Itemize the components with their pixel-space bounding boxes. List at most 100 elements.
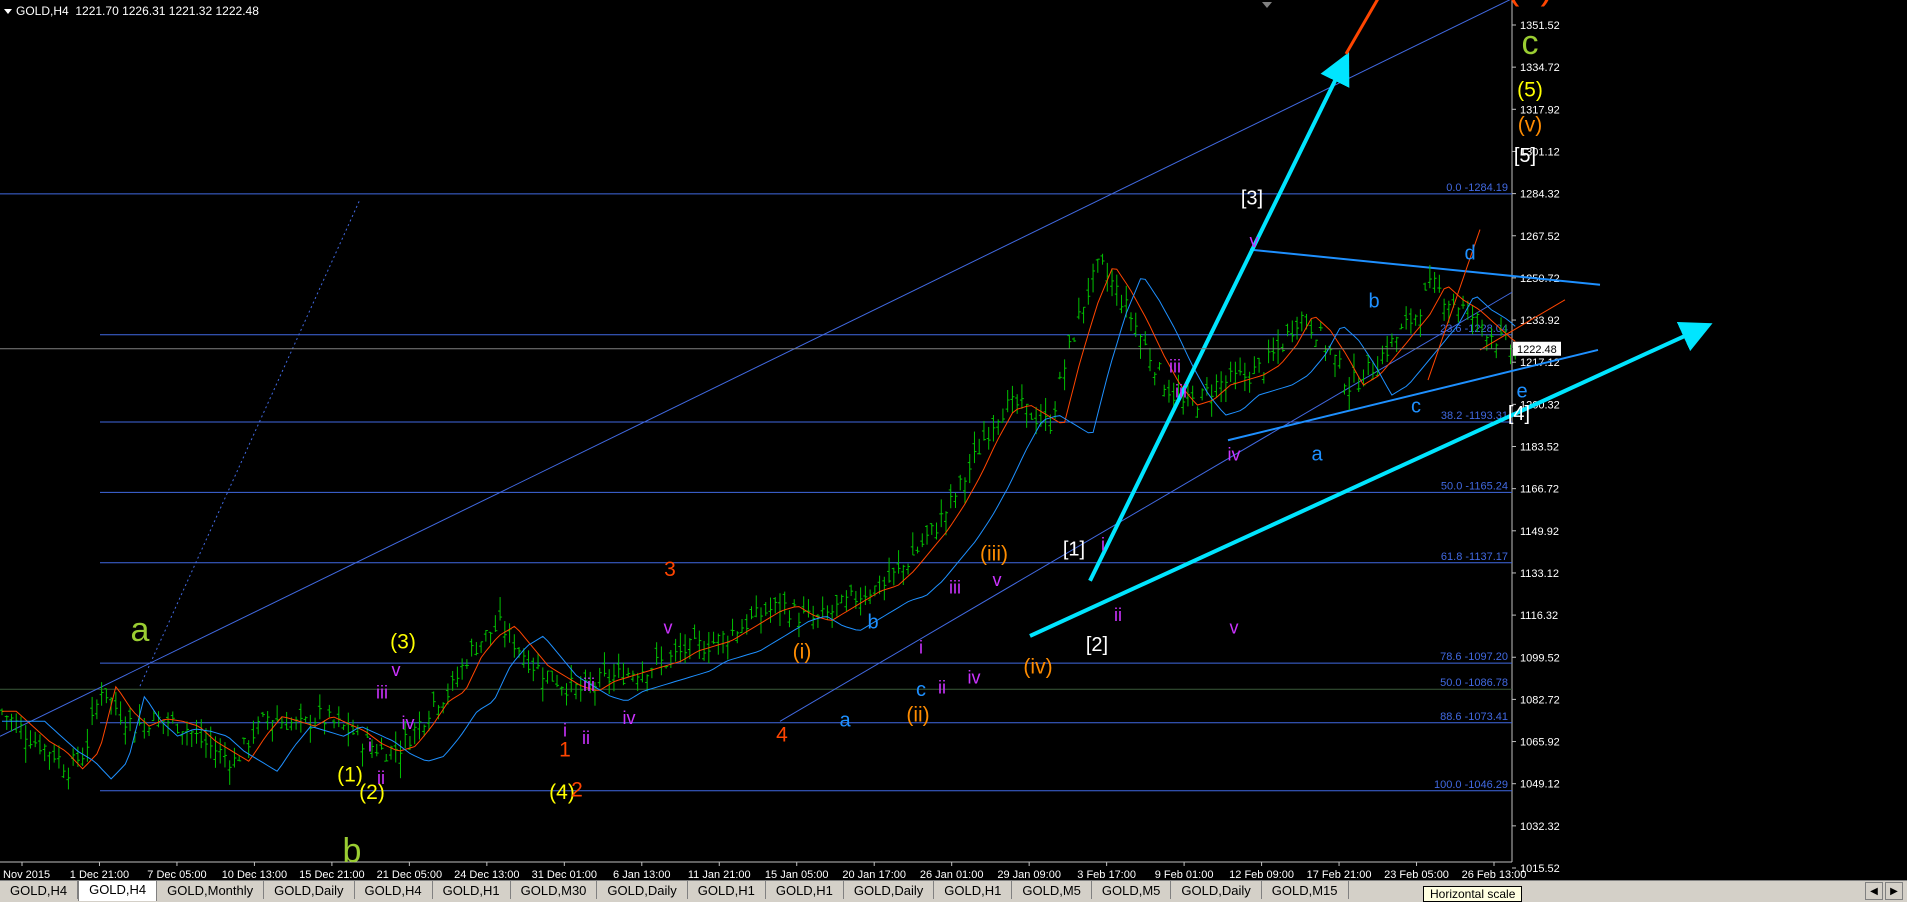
tab-scroll-left-icon[interactable]: ◀ — [1865, 882, 1883, 900]
wave-label: iv — [968, 668, 981, 688]
wave-label: a — [1311, 443, 1323, 465]
chart-tab[interactable]: GOLD,H4 — [0, 881, 79, 899]
symbol-header: GOLD,H4 1221.70 1226.31 1221.32 1222.48 — [4, 4, 259, 18]
wave-label: v — [1230, 617, 1239, 637]
slow-moving-average — [2, 278, 1516, 780]
wave-label: (v) — [1518, 114, 1543, 137]
time-tick-label: 11 Jan 21:00 — [688, 869, 751, 880]
wave-label: 1 — [559, 738, 571, 761]
chart-tab[interactable]: GOLD,Daily — [264, 881, 355, 899]
wave-label: iv — [623, 708, 636, 728]
wave-label: [1] — [1063, 539, 1085, 561]
time-tick-label: 7 Dec 05:00 — [147, 869, 206, 880]
chart-tab[interactable]: GOLD,H4 — [354, 881, 433, 899]
time-tick-label: 15 Dec 21:00 — [299, 869, 364, 880]
wave-label: b — [867, 611, 878, 633]
wave-label: iii — [949, 577, 961, 597]
tab-scroll-right-icon[interactable]: ▶ — [1885, 882, 1903, 900]
wave-label: ii — [377, 768, 385, 788]
wave-label: b — [1368, 290, 1379, 312]
price-tick-label: 1133.12 — [1520, 568, 1559, 580]
wave-label: [3] — [1241, 187, 1263, 209]
wave-label: i — [563, 720, 567, 740]
chart-tab[interactable]: GOLD,M15 — [1261, 881, 1349, 899]
chart-tab[interactable]: GOLD,H1 — [934, 881, 1013, 899]
time-tick-label: 1 Dec 21:00 — [70, 869, 129, 880]
time-tick-label: 21 Dec 05:00 — [377, 869, 442, 880]
wave-label: 4 — [776, 723, 788, 746]
wave-label: (i) — [793, 641, 812, 664]
chart-tab[interactable]: GOLD,M5 — [1091, 881, 1172, 899]
time-tick-label: 10 Dec 13:00 — [222, 869, 287, 880]
chart-tab[interactable]: GOLD,Daily — [843, 881, 935, 899]
wave-label: (3) — [390, 631, 416, 654]
time-tick-label: 6 Nov 2015 — [0, 869, 50, 880]
time-tick-label: 3 Feb 17:00 — [1077, 869, 1136, 880]
time-tick-label: 31 Dec 01:00 — [532, 869, 597, 880]
chart-tab[interactable]: GOLD,H1 — [687, 881, 766, 899]
time-tick-label: 26 Jan 01:00 — [920, 869, 984, 880]
chart-tabs-bar: GOLD,H4 GOLD,H4 GOLD,Monthly GOLD,Daily GOLD… — [0, 880, 1907, 902]
chart-tab[interactable]: GOLD,Daily — [597, 881, 688, 899]
time-tick-label: 9 Feb 01:00 — [1155, 869, 1214, 880]
chart-tab[interactable]: GOLD,M5 — [1012, 881, 1092, 899]
chart-tab[interactable]: GOLD,M30 — [510, 881, 598, 899]
wave-label: a — [839, 709, 851, 731]
wave-label: [4] — [1508, 403, 1530, 425]
price-bars — [0, 253, 1518, 790]
time-tick-label: 15 Jan 05:00 — [765, 869, 829, 880]
tab-navigation: ◀ ▶ — [1865, 882, 1903, 900]
wave-label: iii — [376, 683, 388, 703]
chart-shift-marker-icon — [1262, 2, 1272, 8]
wave-label: iv — [1228, 444, 1241, 464]
wave-label: i — [368, 735, 372, 755]
wave-label: ii — [1114, 605, 1122, 625]
price-tick-label: 1183.52 — [1520, 442, 1559, 454]
wave-label: iii — [1175, 382, 1187, 402]
wave-label: (iii) — [980, 543, 1008, 566]
wave-label: i — [919, 638, 923, 658]
fib-level-label: 50.0 -1165.24 — [1441, 480, 1508, 492]
chart-tab[interactable]: GOLD,Daily — [1171, 881, 1262, 899]
dotted-trend-line — [139, 199, 361, 687]
wave-label: iii — [1169, 357, 1181, 377]
price-tick-label: 1082.72 — [1520, 694, 1560, 706]
time-tick-label: 6 Jan 13:00 — [613, 869, 671, 880]
price-tick-label: 1116.32 — [1520, 610, 1558, 622]
wave-label: a — [131, 611, 150, 649]
chart-tab[interactable]: GOLD,Monthly — [157, 881, 265, 899]
wave-label: [5] — [1514, 145, 1536, 167]
wave-label: ii — [938, 678, 946, 698]
wave-label: e — [1516, 381, 1527, 403]
time-tick-label: 12 Feb 09:00 — [1229, 869, 1294, 880]
chart-tab[interactable]: GOLD,H4 — [78, 881, 158, 901]
wave-label: v — [664, 617, 673, 637]
wave-label: iv — [402, 713, 415, 733]
red-continuation-arrow — [1344, 0, 1379, 55]
fib-level-label: 50.0 -1086.78 — [1440, 677, 1508, 689]
wave-label: c — [1411, 396, 1421, 418]
wave-label: v — [1250, 231, 1259, 251]
wave-label: b — [343, 832, 362, 870]
wave-label: d — [1464, 243, 1475, 265]
wave-label: (iv) — [1023, 656, 1052, 679]
wave-label: 2 — [571, 779, 583, 802]
lower-channel-line — [779, 291, 1513, 722]
wave-label: ii — [582, 728, 590, 748]
wave-label: i — [1101, 535, 1105, 555]
wave-label: (5) — [1517, 79, 1543, 102]
chart-tab[interactable]: GOLD,H1 — [432, 881, 511, 899]
price-tick-label: 1233.92 — [1520, 315, 1560, 327]
wave-label: (ii) — [906, 703, 929, 726]
dropdown-triangle-icon — [4, 9, 12, 15]
wave-labels: abc(a)(1)(2)(3)(4)(5)1234(i)(ii)(iii)(iv… — [131, 0, 1554, 870]
time-tick-label: 26 Feb 13:00 — [1462, 869, 1527, 880]
time-tick-label: 20 Jan 17:00 — [842, 869, 906, 880]
chart-tab[interactable]: GOLD,H1 — [765, 881, 844, 899]
wave-label: 3 — [664, 558, 676, 581]
triangle-upper-line — [1249, 248, 1601, 286]
price-tick-label: 1166.72 — [1520, 484, 1559, 496]
price-chart[interactable]: 1351.521334.721317.921301.121284.321267.… — [0, 0, 1907, 880]
price-tick-label: 1049.12 — [1520, 779, 1560, 791]
fib-level-label: 78.6 -1097.20 — [1440, 651, 1508, 663]
